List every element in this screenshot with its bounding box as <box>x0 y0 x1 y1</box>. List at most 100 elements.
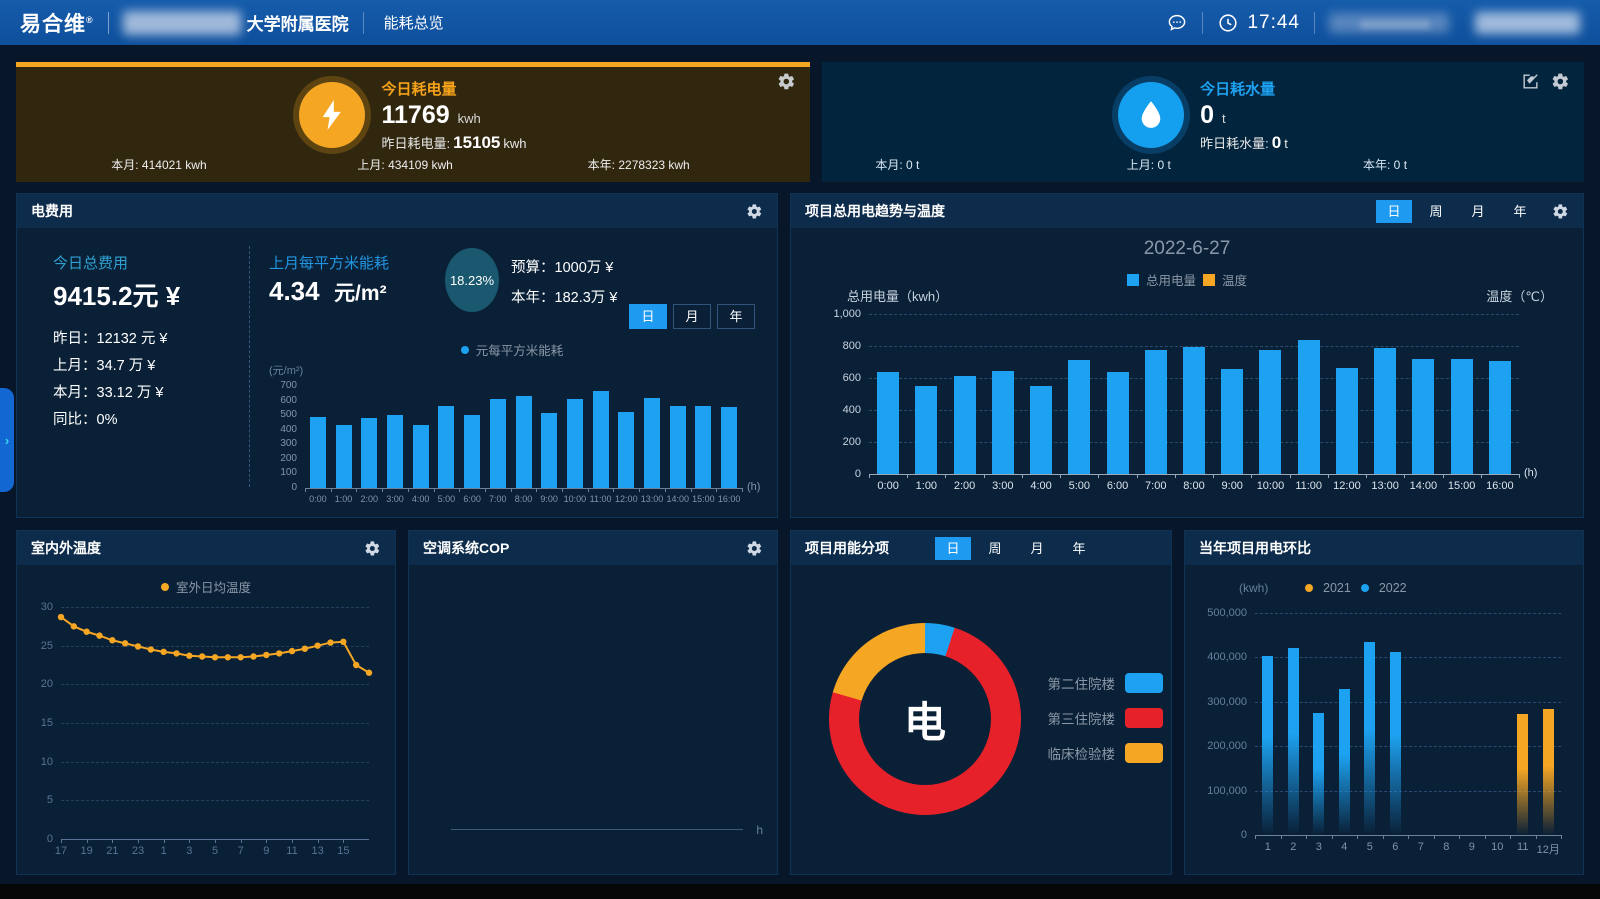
tick-mark <box>1510 835 1511 839</box>
fee-period-tabs: 日月年 <box>629 304 755 329</box>
fee-bar-chart: 01002003004005006007000:001:002:003:004:… <box>257 360 772 510</box>
bar <box>567 399 583 488</box>
x-axis-line <box>869 474 1519 475</box>
fee-this-month: 本月：33.12 万 ¥ <box>53 381 163 402</box>
tick-mark <box>408 488 409 492</box>
tick-mark <box>241 839 242 843</box>
legend-swatch <box>1203 274 1215 286</box>
tab-year[interactable]: 年 <box>1502 200 1538 223</box>
x-tick-label: 10:00 <box>562 494 588 504</box>
x-tick-label: 6:00 <box>459 494 485 504</box>
tab-month[interactable]: 月 <box>673 304 711 329</box>
y-tick-label: 400,000 <box>1197 651 1247 663</box>
panel-title: 项目总用电趋势与温度 <box>805 201 945 221</box>
x-tick-label: 9 <box>254 845 278 857</box>
panel-year-electricity-comparison: 当年项目用电环比 (kwh) 20212022 0100,000200,0003… <box>1184 530 1584 875</box>
panel-electricity-fee: 电费用 今日总费用 9415.2元 ¥ 昨日：12132 元 ¥ 上月：34.7… <box>16 193 778 518</box>
gear-icon[interactable] <box>746 540 763 557</box>
x-tick-label: 1:00 <box>907 480 945 492</box>
tab-month[interactable]: 月 <box>1019 537 1055 560</box>
bar <box>915 386 937 474</box>
y-tick-label: 0 <box>815 468 861 480</box>
y-tick-label: 200 <box>257 453 297 464</box>
bar <box>695 406 711 488</box>
tick-mark <box>459 488 460 492</box>
tick-mark <box>1098 474 1099 478</box>
tick-mark <box>1459 835 1460 839</box>
x-tick-label: 14:00 <box>665 494 691 504</box>
tab-week[interactable]: 周 <box>1418 200 1454 223</box>
tick-mark <box>1408 835 1409 839</box>
x-tick-label: 19 <box>75 845 99 857</box>
gear-icon[interactable] <box>746 203 763 220</box>
bar <box>1313 713 1324 835</box>
x-tick-label: 5 <box>1357 841 1383 853</box>
x-tick-label: 5:00 <box>1060 480 1098 492</box>
tick-mark <box>164 839 165 843</box>
y-tick-label: 700 <box>257 380 297 391</box>
tab-day[interactable]: 日 <box>935 537 971 560</box>
x-tick-label: 11:00 <box>588 494 614 504</box>
tick-mark <box>1060 474 1061 478</box>
pie-legend-item: 临床检验楼 <box>1031 743 1163 763</box>
temp-chart-legend: 室外日均温度 <box>17 577 395 596</box>
tick-mark <box>1561 835 1562 839</box>
legend-label: 第二住院楼 <box>1031 673 1115 693</box>
bar <box>618 412 634 488</box>
x-tick-label: 13:00 <box>1366 480 1404 492</box>
panel-title: 当年项目用电环比 <box>1199 538 1311 558</box>
tick-mark <box>691 488 692 492</box>
divider <box>1314 12 1315 34</box>
gear-icon[interactable] <box>364 540 381 557</box>
panel-title: 项目用能分项 <box>805 538 889 558</box>
bar <box>361 418 377 488</box>
gridline <box>1255 702 1561 703</box>
stat-year: 本年: 2278323 kwh <box>588 156 690 173</box>
x-tick-label: 15 <box>331 845 355 857</box>
tick-mark <box>382 488 383 492</box>
x-tick-label: 7 <box>229 845 253 857</box>
y-tick-label: 600 <box>815 372 861 384</box>
panel-electricity-trend-temperature: 项目总用电趋势与温度 日周月年 2022-6-27 总用电量温度 总用电量（kw… <box>790 193 1584 518</box>
panel-header: 电费用 <box>17 194 777 228</box>
divider <box>363 12 364 34</box>
tick-mark <box>215 839 216 843</box>
tick-mark <box>356 488 357 492</box>
tick-mark <box>1357 835 1358 839</box>
nav-menu-energy-overview[interactable]: 能耗总览 <box>378 12 450 33</box>
bar <box>593 391 609 488</box>
tab-day[interactable]: 日 <box>629 304 667 329</box>
tab-year[interactable]: 年 <box>717 304 755 329</box>
tick-mark <box>869 474 870 478</box>
tab-month[interactable]: 月 <box>1460 200 1496 223</box>
user-name-redacted[interactable] <box>1329 13 1449 33</box>
tab-day[interactable]: 日 <box>1376 200 1412 223</box>
message-icon[interactable] <box>1166 12 1188 34</box>
x-tick-label: 10:00 <box>1251 480 1289 492</box>
gridline <box>869 314 1519 315</box>
x-tick-label: 8:00 <box>1175 480 1213 492</box>
donut-center-label: 电 <box>904 689 946 750</box>
gear-icon[interactable] <box>1552 203 1569 220</box>
legend-swatch <box>1125 743 1163 763</box>
bar <box>1336 368 1358 474</box>
yoy-chart-legend: 20212022 <box>1305 581 1407 595</box>
tick-mark <box>1175 474 1176 478</box>
tick-mark <box>1519 474 1520 478</box>
yesterday-electricity: 昨日耗电量:15105kwh <box>381 133 526 153</box>
y-tick-label: 300,000 <box>1197 696 1247 708</box>
sidebar-expander[interactable]: › <box>0 388 14 492</box>
divider <box>108 12 109 34</box>
tick-mark <box>305 488 306 492</box>
bar <box>1068 360 1090 474</box>
tick-mark <box>1481 474 1482 478</box>
tick-mark <box>665 488 666 492</box>
x-tick-label: 12:00 <box>613 494 639 504</box>
yesterday-water: 昨日耗水量:0t <box>1200 133 1288 153</box>
chart-date: 2022-6-27 <box>791 238 1583 260</box>
tab-week[interactable]: 周 <box>977 537 1013 560</box>
tick-mark <box>536 488 537 492</box>
user-account-redacted[interactable] <box>1475 12 1580 34</box>
fee-last-month: 上月：34.7 万 ¥ <box>53 354 155 375</box>
tab-year[interactable]: 年 <box>1061 537 1097 560</box>
